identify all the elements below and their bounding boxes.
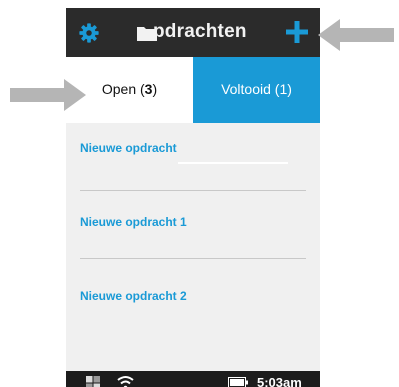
arrow-to-plus-icon xyxy=(318,19,394,51)
divider xyxy=(80,190,306,191)
list-item[interactable]: Nieuwe opdracht 2 xyxy=(80,289,187,303)
tab-voltooid[interactable]: Voltooid (1) xyxy=(193,57,320,123)
arrow-to-open-tab xyxy=(10,79,86,111)
windows-icon xyxy=(86,376,100,387)
divider xyxy=(178,162,288,164)
divider xyxy=(80,258,306,259)
task-list: Nieuwe opdracht Nieuwe opdracht 1 Nieuwe… xyxy=(66,123,320,371)
tab-bar: Open (3) Voltooid (1) xyxy=(66,57,320,123)
plus-icon[interactable] xyxy=(286,21,308,43)
status-time: 5:03am xyxy=(257,375,302,387)
gear-icon[interactable] xyxy=(78,22,100,44)
list-item[interactable]: Nieuwe opdracht xyxy=(80,141,177,155)
status-bar: 5:03am xyxy=(66,371,320,387)
app-header: pdrachten xyxy=(66,8,320,57)
page-title: pdrachten xyxy=(153,21,247,42)
phone-screen: pdrachten Open (3) Voltooid (1) Nieuwe o… xyxy=(66,8,320,387)
wifi-icon xyxy=(117,376,134,387)
list-item[interactable]: Nieuwe opdracht 1 xyxy=(80,215,187,229)
battery-icon xyxy=(228,377,248,387)
tab-voltooid-label: Voltooid (1) xyxy=(221,81,292,97)
